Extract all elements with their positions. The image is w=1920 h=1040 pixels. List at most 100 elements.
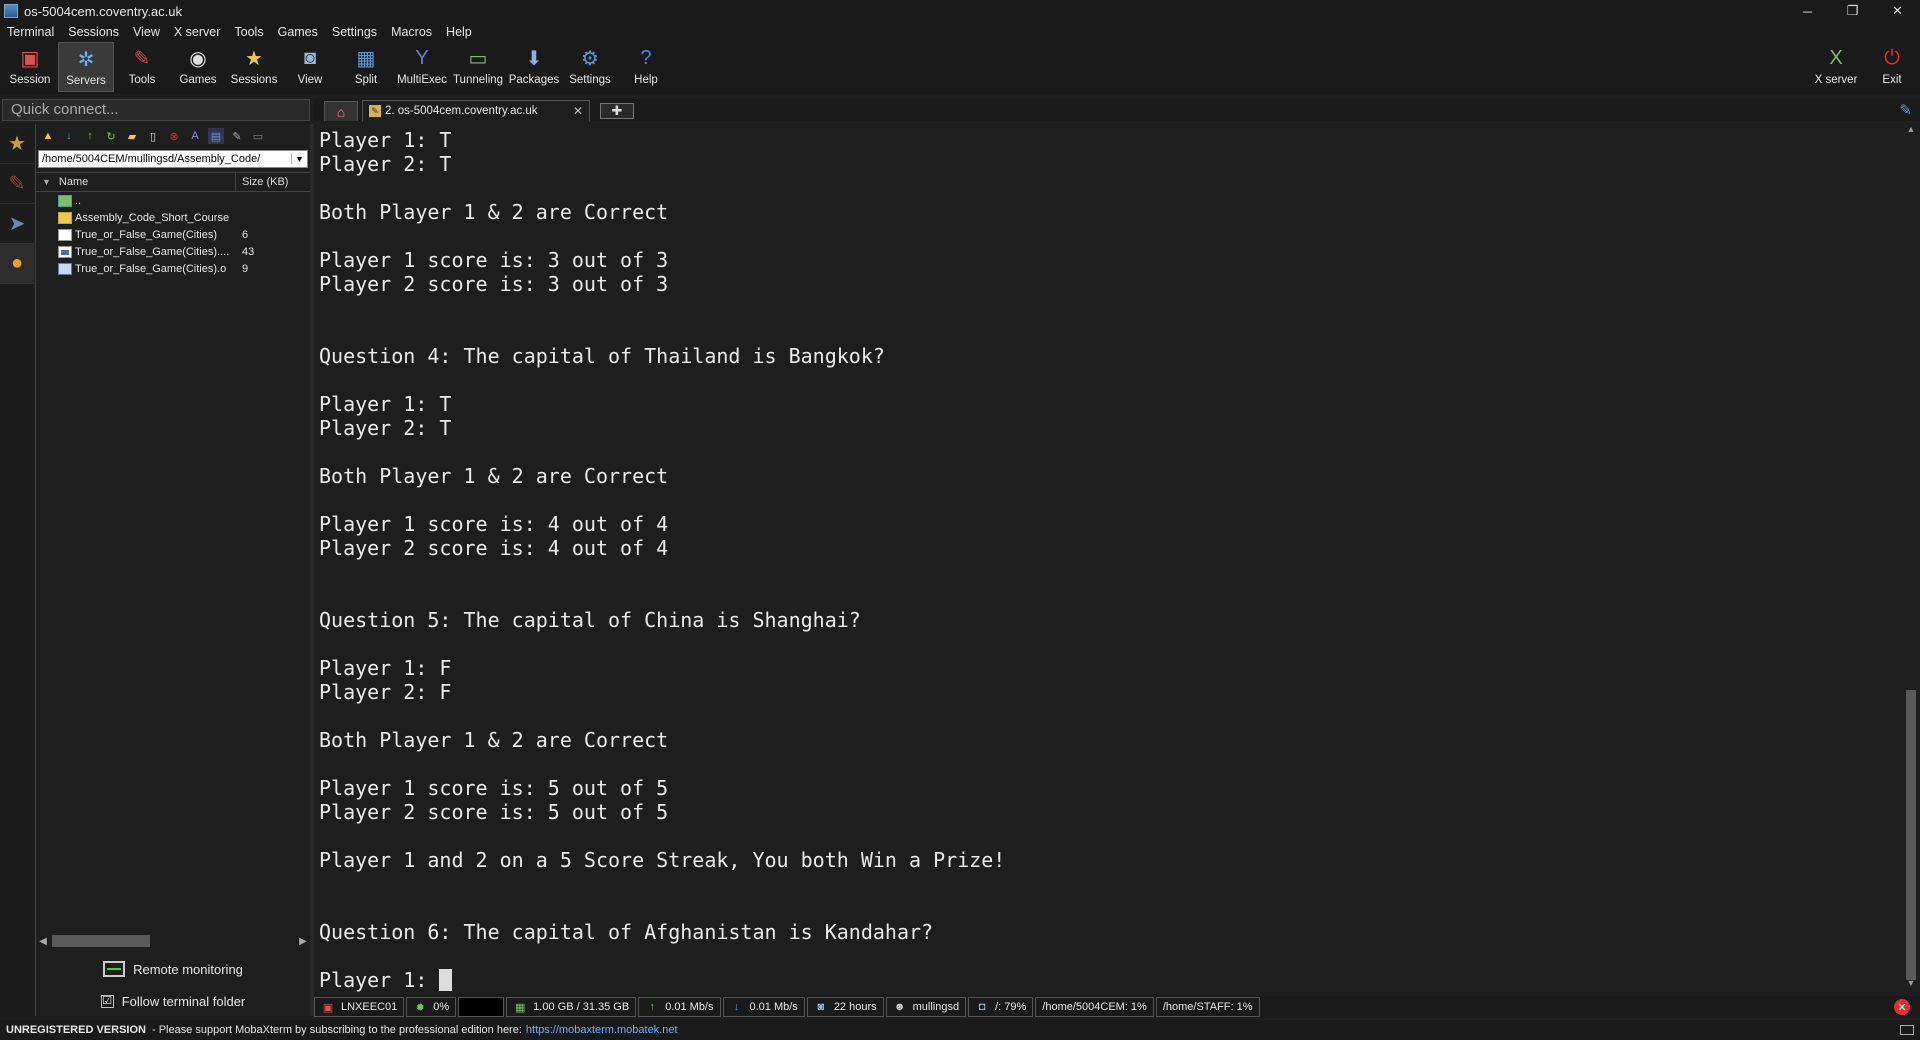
name-column-header[interactable]: ▼ Name bbox=[36, 173, 236, 191]
split-tool-button[interactable]: ▦ Split bbox=[338, 42, 394, 92]
close-session-icon[interactable]: ✕ bbox=[1894, 999, 1910, 1015]
exit-tool-button[interactable]: ⏻ Exit bbox=[1864, 42, 1920, 92]
x-server-tool-button[interactable]: X X server bbox=[1808, 42, 1864, 92]
sftp-side-tab[interactable]: ● bbox=[0, 244, 34, 284]
close-tab-icon[interactable]: ✕ bbox=[573, 104, 583, 118]
host-icon: ▣ bbox=[322, 1001, 334, 1014]
tool-label: Sessions bbox=[230, 74, 278, 86]
terminal-scrollbar[interactable]: ▲ ▼ bbox=[1902, 124, 1920, 992]
tool-label: Help bbox=[634, 74, 658, 86]
text-cursor bbox=[439, 969, 453, 991]
menu-x-server[interactable]: X server bbox=[167, 25, 228, 39]
refresh-icon[interactable]: ↻ bbox=[103, 128, 119, 144]
sessions-star-tab[interactable]: ★ bbox=[0, 124, 34, 164]
tools-icon: ✎ bbox=[133, 47, 151, 70]
view-tool-button[interactable]: ◙ View bbox=[282, 42, 338, 92]
rename-icon[interactable]: A bbox=[187, 128, 203, 144]
minimize-button[interactable]: ─ bbox=[1785, 0, 1830, 22]
mobaxterm-link[interactable]: https://mobaxterm.mobatek.net bbox=[526, 1024, 678, 1036]
follow-terminal-folder-checkbox[interactable]: ☑ Follow terminal folder bbox=[36, 990, 310, 1012]
session-icon: ▣ bbox=[20, 47, 40, 70]
scroll-right-icon[interactable]: ▶ bbox=[296, 936, 310, 947]
file-row[interactable]: True_or_False_Game(Cities).o 9 bbox=[36, 260, 310, 277]
terminal-output[interactable]: Player 1: T Player 2: T Both Player 1 & 2 … bbox=[314, 124, 1902, 992]
terminal-line: Player 2 score is: 3 out of 3 bbox=[319, 272, 669, 296]
terminal-line: Both Player 1 & 2 are Correct bbox=[319, 200, 669, 224]
menu-terminal[interactable]: Terminal bbox=[0, 25, 61, 39]
parent-folder-icon[interactable]: ▲ bbox=[40, 128, 56, 144]
monitor-icon bbox=[103, 961, 126, 977]
new-file-icon[interactable]: ▯ bbox=[145, 128, 161, 144]
multiexec-tool-button[interactable]: Y MultiExec bbox=[394, 42, 450, 92]
new-tab-button[interactable]: ✚ bbox=[600, 103, 634, 119]
status-memory: ▦ 1.00 GB / 31.35 GB bbox=[506, 997, 637, 1017]
scroll-track[interactable] bbox=[50, 935, 296, 947]
servers-tool-button[interactable]: ✲ Servers bbox=[58, 42, 114, 92]
tools-side-tab[interactable]: ✎ bbox=[0, 164, 34, 204]
file-row[interactable]: True_or_False_Game(Cities).... 43 bbox=[36, 243, 310, 260]
quick-connect-input[interactable]: Quick connect... bbox=[2, 99, 310, 121]
menu-settings[interactable]: Settings bbox=[325, 25, 384, 39]
help-tool-button[interactable]: ? Help bbox=[618, 42, 674, 92]
terminal-icon[interactable]: ▭ bbox=[250, 128, 266, 144]
terminal-line: Player 2: T bbox=[319, 416, 452, 440]
paperclip-icon[interactable]: ✎ bbox=[1899, 101, 1912, 119]
terminal-prompt-line: Player 1: bbox=[319, 968, 1902, 992]
disk-icon: ◘ bbox=[978, 1001, 986, 1013]
scroll-down-icon[interactable]: ▼ bbox=[1902, 978, 1920, 992]
remote-monitoring-button[interactable]: Remote monitoring bbox=[36, 958, 310, 980]
packages-tool-button[interactable]: ⬇ Packages bbox=[506, 42, 562, 92]
new-folder-icon[interactable]: ▰ bbox=[124, 128, 140, 144]
file-list-header: ▼ Name Size (KB) bbox=[36, 172, 310, 192]
size-column-header[interactable]: Size (KB) bbox=[236, 173, 288, 191]
tool-label: Games bbox=[179, 74, 217, 86]
path-field[interactable]: /home/5004CEM/mullingsd/Assembly_Code/ ▼ bbox=[38, 150, 308, 168]
terminal-line: Player 1: T bbox=[319, 392, 452, 416]
star-icon: ★ bbox=[8, 133, 26, 155]
settings-tool-button[interactable]: ⚙ Settings bbox=[562, 42, 618, 92]
horizontal-scrollbar[interactable]: ◀ ▶ bbox=[36, 934, 310, 948]
session-tool-button[interactable]: ▣ Session bbox=[2, 42, 58, 92]
home-tab[interactable]: ⌂ bbox=[324, 101, 358, 121]
file-row[interactable]: True_or_False_Game(Cities) 6 bbox=[36, 226, 310, 243]
obj-file-icon bbox=[58, 262, 72, 275]
menu-sessions[interactable]: Sessions bbox=[61, 25, 126, 39]
scroll-up-icon[interactable]: ▲ bbox=[1902, 124, 1920, 138]
gear-icon: ⚙ bbox=[581, 47, 599, 70]
games-tool-button[interactable]: ◉ Games bbox=[170, 42, 226, 92]
menu-tools[interactable]: Tools bbox=[227, 25, 270, 39]
file-row[interactable]: Assembly_Code_Short_Course bbox=[36, 209, 310, 226]
delete-icon[interactable]: ⊗ bbox=[166, 128, 182, 144]
close-window-button[interactable]: ✕ bbox=[1875, 0, 1920, 22]
session-tab[interactable]: ✎ 2. os-5004cem.coventry.ac.uk ✕ bbox=[362, 100, 590, 121]
restore-button[interactable]: ❐ bbox=[1830, 0, 1875, 22]
tool-label: Tunneling bbox=[452, 74, 504, 86]
settings-icon[interactable]: ✎ bbox=[229, 128, 245, 144]
view-icon: ◙ bbox=[303, 46, 317, 69]
tunneling-tool-button[interactable]: ▭ Tunneling bbox=[450, 42, 506, 92]
scroll-left-icon[interactable]: ◀ bbox=[36, 936, 50, 947]
scroll-thumb[interactable] bbox=[52, 935, 150, 947]
download-icon[interactable]: ↓ bbox=[61, 128, 77, 144]
file-row[interactable]: .. bbox=[36, 192, 310, 209]
menu-games[interactable]: Games bbox=[271, 25, 325, 39]
menu-view[interactable]: View bbox=[126, 25, 167, 39]
window-title: os-5004cem.coventry.ac.uk bbox=[24, 3, 182, 19]
tools-tool-button[interactable]: ✎ Tools bbox=[114, 42, 170, 92]
sessions-tool-button[interactable]: ★ Sessions bbox=[226, 42, 282, 92]
terminal-line: Player 2 score is: 4 out of 4 bbox=[319, 536, 669, 560]
macros-side-tab[interactable]: ➤ bbox=[0, 204, 34, 244]
terminal-line: Player 2: T bbox=[319, 152, 452, 176]
terminal-scroll-thumb[interactable] bbox=[1906, 690, 1916, 980]
toggle-hidden-icon[interactable]: ▤ bbox=[208, 128, 224, 144]
chevron-down-icon[interactable]: ▼ bbox=[291, 154, 307, 164]
menu-help[interactable]: Help bbox=[439, 25, 479, 39]
checkbox[interactable]: ☑ bbox=[100, 994, 114, 1008]
upload-icon[interactable]: ↑ bbox=[82, 128, 98, 144]
file-list: .. Assembly_Code_Short_Course True_or_Fals… bbox=[36, 192, 310, 277]
menu-macros[interactable]: Macros bbox=[384, 25, 439, 39]
